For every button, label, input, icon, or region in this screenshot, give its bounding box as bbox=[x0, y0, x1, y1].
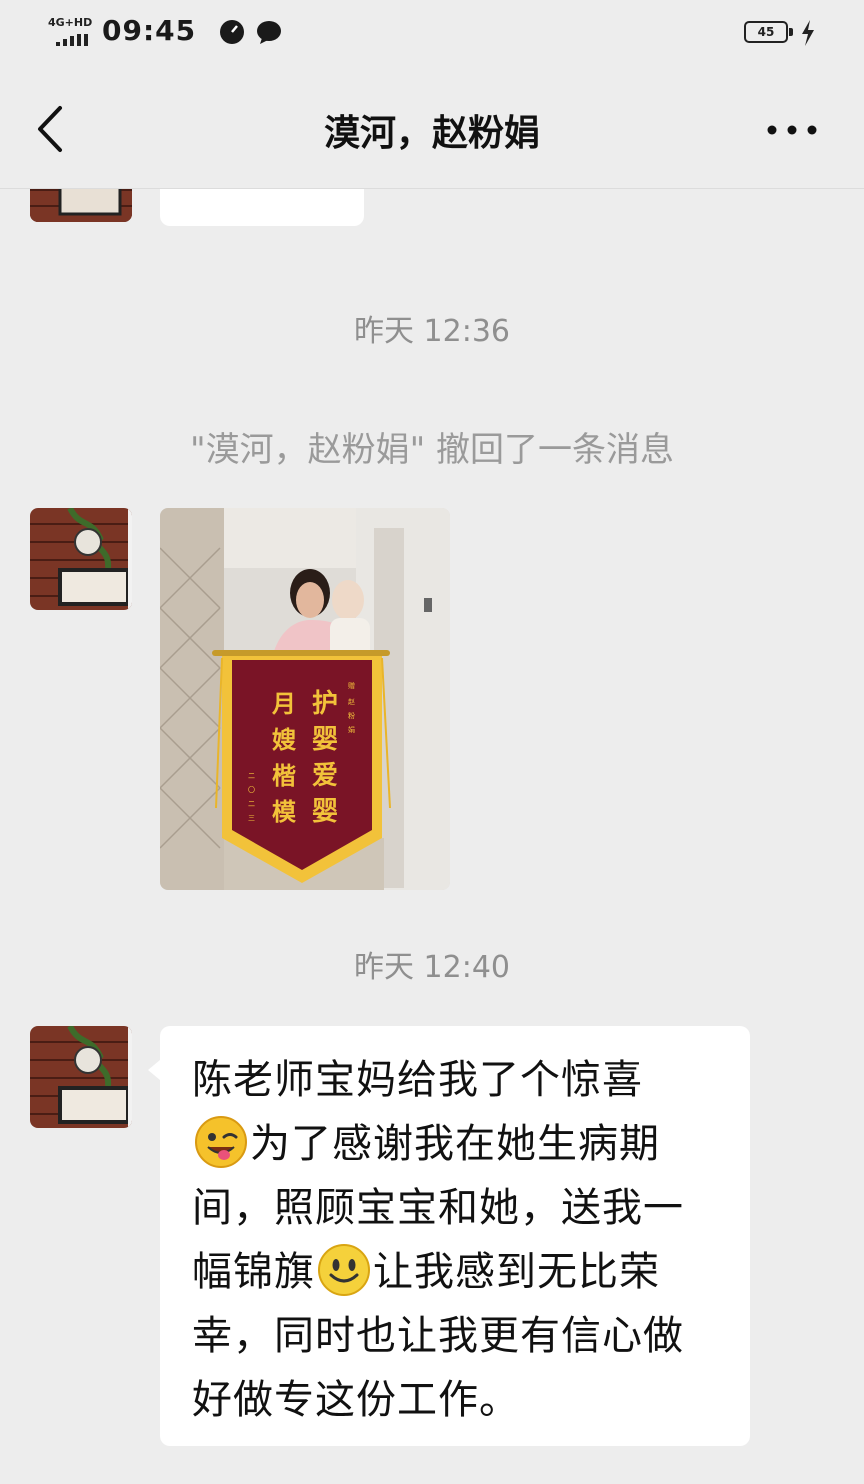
photo-message[interactable]: 护 婴 爱 婴 月 嫂 楷 模 赠 赵 粉 娟 二 〇 二 三 bbox=[160, 508, 450, 890]
network-type: 4G+HD bbox=[48, 16, 93, 29]
banner-char: 婴 bbox=[312, 797, 338, 827]
banner-small-text: 二 bbox=[248, 800, 255, 808]
banner-small-text: 赵 bbox=[348, 697, 355, 706]
timestamp: 昨天 12:40 bbox=[354, 950, 510, 985]
more-dots-icon bbox=[767, 125, 817, 135]
bubble-tail bbox=[148, 1060, 160, 1080]
banner-small-text: 〇 bbox=[248, 786, 255, 794]
avatar[interactable] bbox=[30, 508, 132, 610]
charging-icon bbox=[802, 20, 814, 46]
timestamp: 昨天 12:36 bbox=[354, 314, 510, 349]
status-bar: 4G+HD 09:45 45 bbox=[0, 0, 864, 70]
recall-notice: "漠河，赵粉娟" 撤回了一条消息 bbox=[189, 430, 675, 470]
message-text: 陈老师宝妈给我了个惊喜 为了感谢我在她生病期间，照顾宝宝和她，送我一幅锦旗 让我… bbox=[160, 1026, 750, 1452]
chat-header: 漠河，赵粉娟 bbox=[0, 70, 864, 189]
banner-small-text: 赠 bbox=[348, 681, 355, 690]
signal-icon: 4G+HD bbox=[48, 16, 94, 46]
app-notification-icon bbox=[220, 20, 244, 44]
battery-nub bbox=[789, 28, 793, 36]
banner-char: 护 bbox=[312, 689, 338, 719]
banner-char: 爱 bbox=[312, 761, 338, 791]
banner-char: 婴 bbox=[312, 725, 338, 755]
chat-title: 漠河，赵粉娟 bbox=[323, 113, 540, 154]
banner-small-text: 粉 bbox=[348, 711, 355, 720]
message-text-part: 陈老师宝妈给我了个惊喜 bbox=[192, 1057, 643, 1103]
battery-level: 45 bbox=[757, 25, 775, 39]
banner-char: 嫂 bbox=[272, 725, 297, 754]
avatar[interactable] bbox=[30, 1026, 132, 1128]
banner-char: 月 bbox=[271, 689, 296, 718]
banner-char: 楷 bbox=[272, 761, 296, 790]
wink-tongue-emoji-icon bbox=[195, 1116, 247, 1168]
smile-emoji-icon bbox=[318, 1244, 370, 1296]
message-notification-icon bbox=[256, 20, 281, 44]
message-bubble[interactable]: 陈老师宝妈给我了个惊喜 为了感谢我在她生病期间，照顾宝宝和她，送我一幅锦旗 让我… bbox=[160, 1026, 750, 1446]
banner-small-text: 娟 bbox=[348, 725, 355, 734]
banner-small-text: 二 bbox=[248, 772, 255, 780]
banner-photo: 护 婴 爱 婴 月 嫂 楷 模 赠 赵 粉 娟 二 〇 二 三 bbox=[160, 508, 450, 890]
banner-small-text: 三 bbox=[248, 814, 255, 822]
more-button[interactable] bbox=[762, 110, 822, 150]
battery-icon: 45 bbox=[744, 21, 788, 43]
clock: 09:45 bbox=[102, 14, 197, 47]
banner-char: 模 bbox=[272, 797, 297, 826]
